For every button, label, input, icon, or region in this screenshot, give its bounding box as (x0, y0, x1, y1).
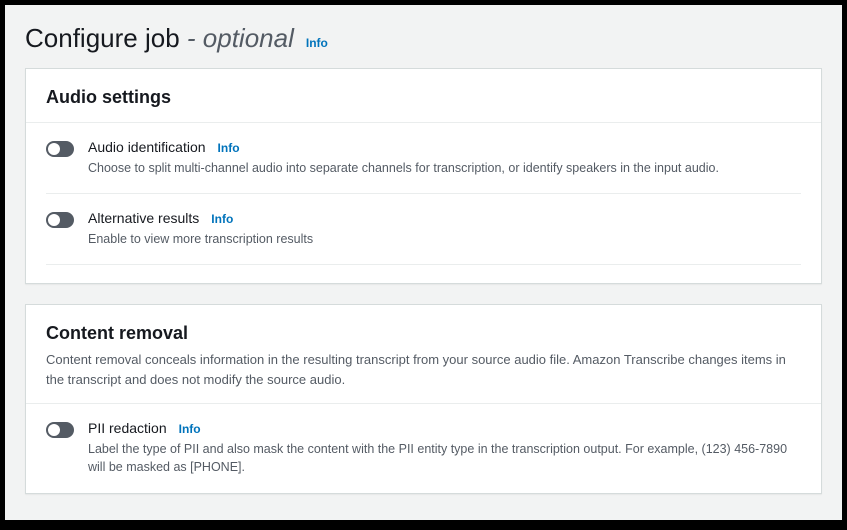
page-frame: Configure job - optional Info Audio sett… (5, 5, 842, 520)
alternative-results-title-row: Alternative results Info (88, 210, 801, 226)
alternative-results-info-link[interactable]: Info (211, 212, 233, 226)
page-info-link[interactable]: Info (306, 36, 328, 50)
audio-identification-label: Audio identification (88, 139, 206, 155)
page-title: Configure job - optional (25, 23, 294, 54)
alternative-results-body: Alternative results Info Enable to view … (88, 210, 801, 248)
audio-settings-panel: Audio settings Audio identification Info… (25, 68, 822, 284)
audio-identification-row: Audio identification Info Choose to spli… (26, 123, 821, 193)
alternative-results-label: Alternative results (88, 210, 199, 226)
audio-identification-body: Audio identification Info Choose to spli… (88, 139, 801, 177)
content-removal-title: Content removal (46, 323, 801, 344)
page-header: Configure job - optional Info (5, 5, 842, 68)
pii-redaction-info-link[interactable]: Info (179, 422, 201, 436)
alternative-results-row: Alternative results Info Enable to view … (26, 194, 821, 264)
audio-settings-title: Audio settings (46, 87, 801, 108)
alternative-results-description: Enable to view more transcription result… (88, 230, 801, 248)
audio-settings-header: Audio settings (26, 69, 821, 122)
pii-redaction-toggle[interactable] (46, 422, 74, 438)
audio-identification-toggle[interactable] (46, 141, 74, 157)
audio-identification-description: Choose to split multi-channel audio into… (88, 159, 801, 177)
page-subtitle: - optional (187, 23, 294, 53)
pii-redaction-title-row: PII redaction Info (88, 420, 801, 436)
content-removal-header: Content removal Content removal conceals… (26, 305, 821, 403)
pii-redaction-description: Label the type of PII and also mask the … (88, 440, 801, 476)
pii-redaction-body: PII redaction Info Label the type of PII… (88, 420, 801, 476)
pii-redaction-row: PII redaction Info Label the type of PII… (26, 404, 821, 492)
content-removal-description: Content removal conceals information in … (46, 350, 801, 389)
audio-identification-title-row: Audio identification Info (88, 139, 801, 155)
page-title-text: Configure job (25, 23, 180, 53)
content-removal-panel: Content removal Content removal conceals… (25, 304, 822, 493)
audio-identification-info-link[interactable]: Info (218, 141, 240, 155)
pii-redaction-label: PII redaction (88, 420, 167, 436)
alternative-results-toggle[interactable] (46, 212, 74, 228)
